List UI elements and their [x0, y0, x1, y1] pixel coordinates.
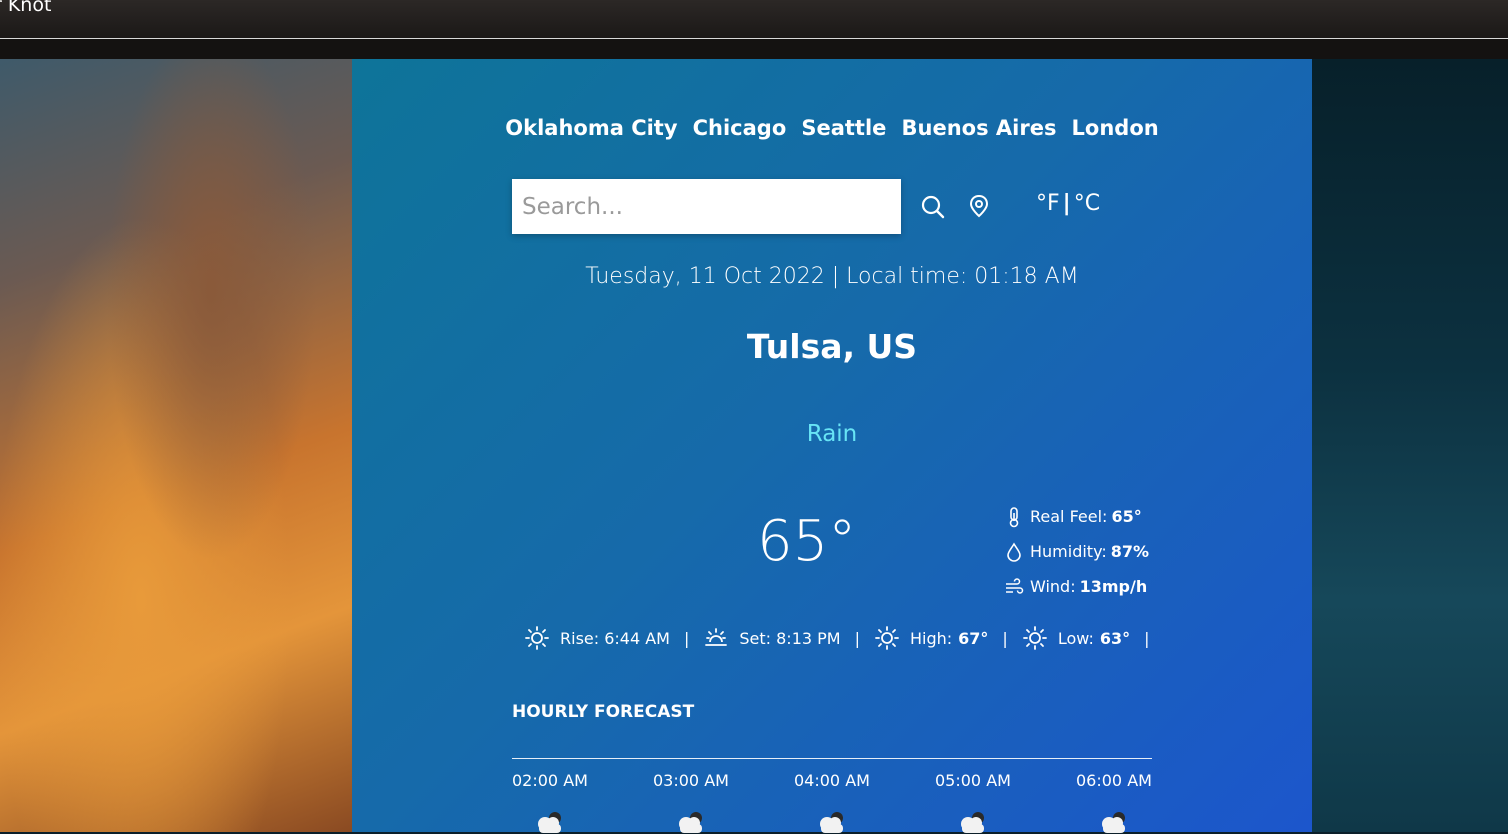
hourly-item: 06:00 AM — [1076, 771, 1152, 834]
high-label: High: — [909, 628, 953, 648]
humidity-row: Humidity: 87% — [1004, 534, 1149, 569]
unit-separator: | — [1062, 191, 1071, 216]
hour-time: 02:00 AM — [512, 771, 588, 790]
separator: | — [854, 628, 860, 648]
rain-cloud-icon — [537, 812, 561, 833]
city-link-oklahoma-city[interactable]: Oklahoma City — [505, 116, 677, 140]
wind-row: Wind: 13mp/h — [1004, 569, 1149, 604]
real-feel-value: 65° — [1111, 507, 1142, 526]
sun-icon — [525, 626, 549, 650]
weather-condition: Rain — [806, 421, 858, 447]
hour-time: 05:00 AM — [935, 771, 1011, 790]
rain-cloud-icon — [1101, 812, 1125, 833]
thermometer-icon — [1009, 506, 1019, 527]
humidity-label: Humidity: — [1030, 542, 1107, 561]
rain-cloud-icon — [960, 812, 984, 833]
sunrise-item: Rise: 6:44 AM — [524, 625, 670, 651]
low-value: 63° — [1099, 628, 1131, 648]
sun-icon — [1022, 626, 1047, 650]
browser-topbar: r Knot — [0, 0, 1508, 39]
hourly-divider — [512, 758, 1152, 759]
real-feel-label: Real Feel: — [1030, 507, 1108, 526]
low-item: Low: 63° — [1022, 625, 1130, 651]
separator: | — [683, 628, 690, 648]
location-title: Tulsa, US — [746, 327, 918, 366]
city-link-london[interactable]: London — [1072, 116, 1159, 140]
location-pin-icon[interactable] — [966, 193, 992, 219]
search-icon[interactable] — [920, 194, 946, 220]
wind-value: 13mp/h — [1079, 577, 1148, 596]
city-link-chicago[interactable]: Chicago — [693, 116, 787, 140]
separator: | — [1144, 628, 1150, 648]
humidity-value: 87% — [1110, 542, 1150, 561]
hour-time: 06:00 AM — [1076, 771, 1152, 790]
fahrenheit-button[interactable]: °F — [1036, 191, 1060, 216]
search-input[interactable] — [512, 179, 901, 234]
hourly-item: 03:00 AM — [653, 771, 729, 834]
sun-icon — [875, 626, 899, 650]
hourly-forecast-list: 02:00 AM 03:00 AM 04:00 AM 05:00 AM 06:0… — [512, 771, 1152, 834]
rain-cloud-icon — [819, 812, 843, 833]
real-feel-row: Real Feel: 65° — [1004, 499, 1149, 534]
sunset-icon — [705, 628, 728, 646]
local-date-time: Tuesday, 11 Oct 2022 | Local time: 01:18… — [585, 264, 1079, 289]
sunrise-text: Rise: 6:44 AM — [560, 628, 670, 648]
site-brand[interactable]: r Knot — [0, 0, 51, 16]
hour-time: 04:00 AM — [794, 771, 870, 790]
sunset-cloud-background — [0, 59, 352, 832]
hourly-forecast-title: HOURLY FORECAST — [512, 702, 695, 722]
sun-info-row: Rise: 6:44 AM | Set: 8:13 PM | High: 67°… — [524, 625, 1164, 651]
wind-icon — [1006, 577, 1024, 594]
dark-cloud-background — [1312, 59, 1508, 832]
high-item: High: 67° — [874, 625, 988, 651]
weather-panel: Oklahoma City Chicago Seattle Buenos Air… — [352, 59, 1312, 834]
sunset-item: Set: 8:13 PM — [703, 625, 841, 651]
high-value: 67° — [958, 628, 989, 648]
hourly-item: 05:00 AM — [935, 771, 1011, 834]
low-label: Low: — [1057, 628, 1094, 648]
celsius-button[interactable]: °C — [1074, 191, 1100, 216]
city-quick-links: Oklahoma City Chicago Seattle Buenos Air… — [352, 116, 1312, 140]
current-temperature: 65° — [757, 509, 857, 574]
city-link-seattle[interactable]: Seattle — [801, 116, 886, 140]
sunset-text: Set: 8:13 PM — [739, 628, 841, 648]
wind-label: Wind: — [1030, 577, 1076, 596]
weather-details: Real Feel: 65° Humidity: 87% Wind: 13mp/… — [1004, 499, 1149, 604]
top-strip — [0, 39, 1508, 59]
unit-toggle: °F | °C — [1036, 191, 1100, 216]
hour-time: 03:00 AM — [653, 771, 729, 790]
hourly-item: 02:00 AM — [512, 771, 588, 834]
city-link-buenos-aires[interactable]: Buenos Aires — [902, 116, 1057, 140]
separator: | — [1002, 628, 1008, 648]
hourly-item: 04:00 AM — [794, 771, 870, 834]
rain-cloud-icon — [678, 812, 702, 833]
droplet-icon — [1007, 541, 1021, 562]
